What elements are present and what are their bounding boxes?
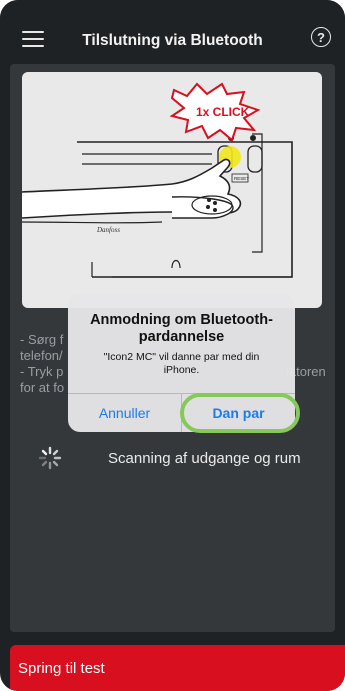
instruction-line-text: - Tryk p — [20, 364, 64, 379]
pair-button-highlight — [180, 393, 300, 433]
hamburger-menu-icon[interactable] — [22, 31, 44, 47]
thermostat-pairing-illustration: RESET Danfoss 1x CLICK — [22, 72, 322, 308]
cancel-button[interactable]: Annuller — [68, 394, 181, 432]
loading-spinner-icon — [38, 446, 62, 470]
click-badge-text: 1x CLICK — [196, 105, 250, 119]
help-icon[interactable]: ? — [311, 27, 331, 47]
scan-status: Scanning af udgange og rum — [10, 446, 335, 476]
hand-pressing-button-illustration: RESET Danfoss 1x CLICK — [22, 82, 293, 278]
reset-label: RESET — [234, 176, 249, 181]
top-bar: Tilslutning via Bluetooth ? — [0, 0, 345, 64]
dialog-title: Anmodning om Bluetooth-pardannelse — [90, 312, 273, 345]
dialog-message: "Icon2 MC" vil danne par med din iPhone. — [103, 351, 260, 376]
skip-to-test-button[interactable]: Spring til test — [10, 645, 345, 691]
app-screen: Tilslutning via Bluetooth ? RESET Danfos… — [0, 0, 345, 691]
danfoss-logo: Danfoss — [96, 226, 120, 234]
scan-status-text: Scanning af udgange og rum — [108, 450, 301, 467]
page-title: Tilslutning via Bluetooth — [82, 32, 263, 49]
